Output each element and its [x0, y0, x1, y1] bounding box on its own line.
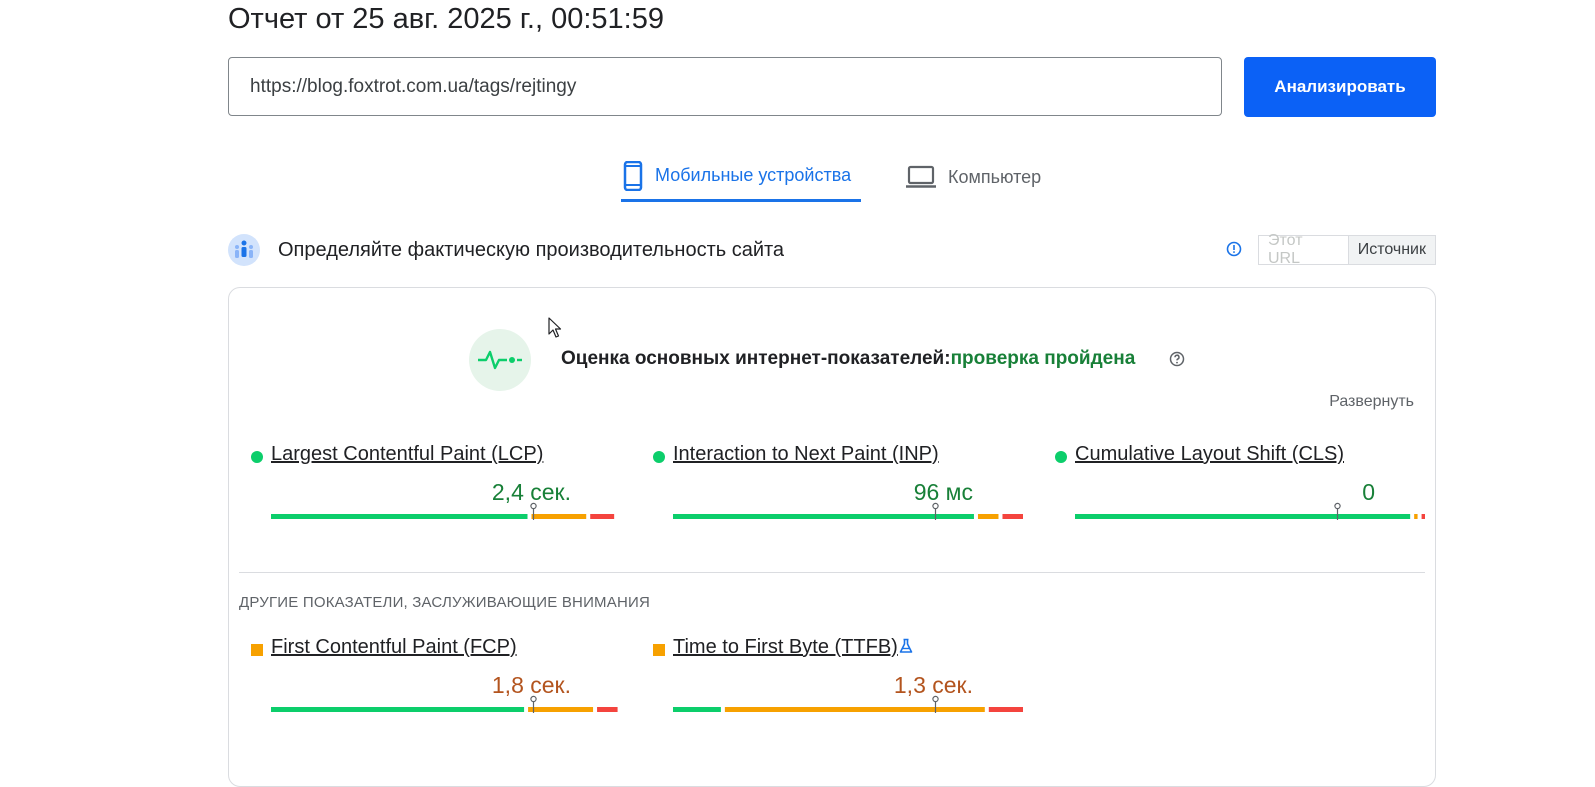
metric-name[interactable]: Time to First Byte (TTFB): [673, 636, 898, 659]
other-metrics-heading: ДРУГИЕ ПОКАЗАТЕЛИ, ЗАСЛУЖИВАЮЩИЕ ВНИМАНИ…: [239, 594, 651, 611]
report-title: Отчет от 25 авг. 2025 г., 00:51:59: [228, 3, 664, 35]
mouse-cursor-icon: [548, 317, 562, 338]
user-group-icon: [228, 234, 260, 266]
distribution-bar: [271, 695, 618, 713]
needs-improvement-segment: [1414, 514, 1418, 519]
poor-segment: [1421, 514, 1425, 519]
metric-lcp: Largest Contentful Paint (LCP) 2,4 сек.: [251, 443, 623, 539]
smartphone-icon: [623, 160, 643, 191]
good-segment: [271, 514, 528, 519]
expand-link[interactable]: Развернуть: [1329, 393, 1414, 411]
url-field[interactable]: [228, 57, 1222, 116]
good-segment: [1075, 514, 1411, 519]
experimental-flask-icon: [899, 638, 913, 653]
average-indicator: [251, 644, 263, 656]
needs-improvement-segment: [724, 707, 985, 712]
metric-cls: Cumulative Layout Shift (CLS) 0: [1055, 443, 1427, 539]
distribution-bar: [673, 695, 1023, 713]
metric-value: 2,4 сек.: [491, 479, 571, 505]
metric-name[interactable]: Largest Contentful Paint (LCP): [271, 443, 543, 466]
cwv-card: Оценка основных интернет-показателей:про…: [228, 287, 1436, 787]
good-indicator: [1055, 451, 1067, 463]
metric-fcp: First Contentful Paint (FCP) 1,8 сек.: [251, 636, 623, 732]
distribution-bar: [673, 502, 1023, 520]
metric-name[interactable]: Cumulative Layout Shift (CLS): [1075, 443, 1344, 466]
pulse-icon: [469, 329, 531, 391]
metric-value: 1,8 сек.: [491, 672, 571, 698]
source-toggle: Этот URL Источник: [1258, 232, 1436, 267]
good-segment: [271, 707, 525, 712]
poor-segment: [590, 514, 615, 519]
field-data-heading: Определяйте фактическую производительнос…: [278, 239, 785, 261]
metric-name[interactable]: First Contentful Paint (FCP): [271, 636, 517, 659]
needs-improvement-segment: [531, 514, 587, 519]
average-indicator: [653, 644, 665, 656]
metric-inp: Interaction to Next Paint (INP) 96 мс: [653, 443, 1025, 539]
poor-segment: [597, 707, 618, 712]
good-segment: [673, 514, 974, 519]
cwv-status: проверка пройдена: [950, 348, 1136, 369]
this-url-button[interactable]: Этот URL: [1258, 232, 1349, 267]
good-indicator: [251, 451, 263, 463]
tab-desktop[interactable]: Компьютер: [906, 152, 1041, 202]
field-data-header: Определяйте фактическую производительнос…: [228, 232, 1436, 268]
divider: [239, 572, 1425, 573]
distribution-bar: [271, 502, 615, 520]
tab-mobile-label: Мобильные устройства: [655, 165, 852, 185]
needs-improvement-segment: [528, 707, 594, 712]
cwv-assessment: Оценка основных интернет-показателей:про…: [561, 348, 1135, 370]
origin-button[interactable]: Источник: [1348, 235, 1436, 265]
help-icon[interactable]: [1169, 351, 1185, 367]
laptop-icon: [906, 165, 936, 188]
metric-ttfb: Time to First Byte (TTFB) 1,3 сек.: [653, 636, 1025, 732]
metric-value: 1,3 сек.: [893, 672, 973, 698]
metric-value: 96 мс: [913, 479, 973, 505]
url-input[interactable]: [248, 74, 1221, 99]
poor-segment: [988, 707, 1023, 712]
tab-mobile[interactable]: Мобильные устройства: [621, 152, 861, 202]
metric-value: 0: [1362, 479, 1375, 505]
needs-improvement-segment: [977, 514, 999, 519]
info-icon[interactable]: [1226, 241, 1242, 257]
cwv-assessment-label: Оценка основных интернет-показателей:: [561, 348, 951, 369]
tab-desktop-label: Компьютер: [948, 166, 1042, 187]
good-indicator: [653, 451, 665, 463]
distribution-bar: [1075, 502, 1425, 520]
analyze-button[interactable]: Анализировать: [1244, 57, 1436, 117]
metric-name[interactable]: Interaction to Next Paint (INP): [673, 443, 939, 466]
poor-segment: [1002, 514, 1023, 519]
good-segment: [673, 707, 721, 712]
